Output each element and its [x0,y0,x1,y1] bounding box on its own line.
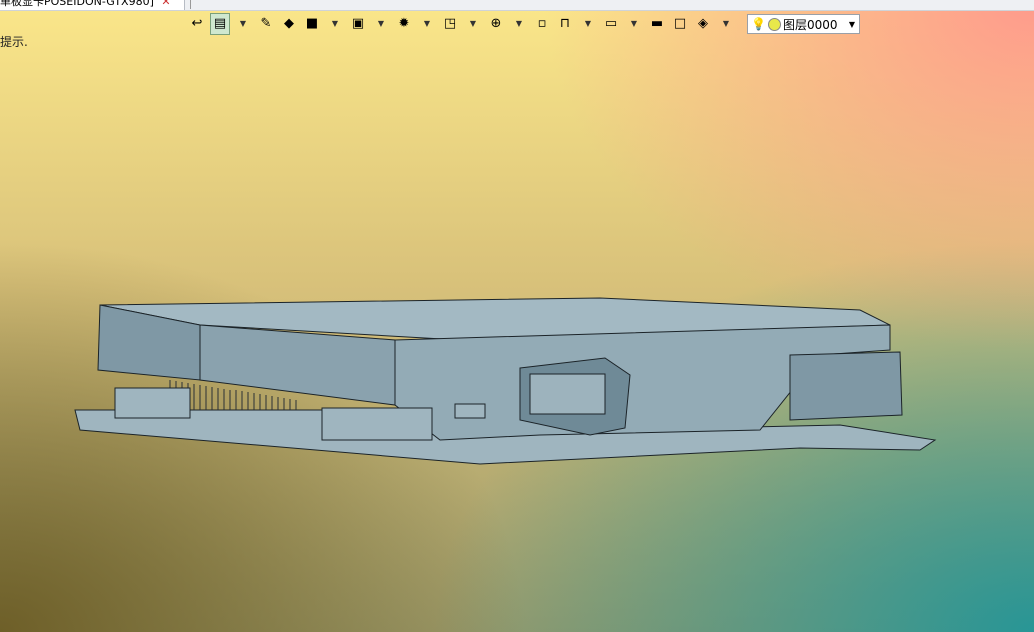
grid-icon[interactable]: ▫ [532,13,552,35]
document-tab[interactable]: 单板显卡POSEIDON-GTX980] ✕ [0,0,185,10]
sketch-layer-icon[interactable]: ▤ [210,13,230,35]
dropdown-arrow-icon[interactable]: ▼ [233,13,253,35]
power-connector [321,407,433,441]
new-tab-button[interactable] [190,0,199,9]
paint-part-icon[interactable]: ◆ [279,13,299,35]
wireframe-icon[interactable]: ◳ [440,13,460,35]
dropdown-arrow-icon[interactable]: ▼ [624,13,644,35]
dropdown-arrow-icon[interactable]: ▼ [716,13,736,35]
shaded-view-icon[interactable]: ▣ [348,13,368,35]
dimension-icon[interactable]: ⊓ [555,13,575,35]
document-tab-bar: 单板显卡POSEIDON-GTX980] ✕ [0,0,1034,11]
layer-manager-icon[interactable]: ◈ [693,13,713,35]
graphics-card-model[interactable] [60,280,940,470]
line-color-icon[interactable]: ▬ [647,13,667,35]
layer-label: 图层0000 [782,17,838,32]
dropdown-arrow-icon[interactable]: ▼ [417,13,437,35]
small-connector [454,403,486,419]
exit-sketch-icon[interactable]: ↩ [187,13,207,35]
dropdown-arrow-icon[interactable]: ▼ [578,13,598,35]
shroud-middle [199,324,396,406]
chevron-down-icon[interactable]: ▼ [849,20,855,29]
view-toolbar: ↩ ▤ ▼ ✎ ◆ ■ ▼ ▣ ▼ ✹ ▼ ◳ ▼ ⊕ ▼ ▫ ⊓ ▼ ▭ ▼ ▬ □ ◈ ▼ 💡 图层0000 ▼ [187,12,860,36]
close-icon[interactable]: ✕ [161,0,170,8]
lightbulb-icon[interactable]: 💡 [751,17,766,31]
dropdown-arrow-icon[interactable]: ▼ [371,13,391,35]
window-glass [529,373,606,415]
solid-cube-icon[interactable]: ■ [302,13,322,35]
status-hint: 提示. [0,35,28,49]
snap-icon[interactable]: ⊕ [486,13,506,35]
render-icon[interactable]: ✹ [394,13,414,35]
dropdown-arrow-icon[interactable]: ▼ [325,13,345,35]
connector-left [114,387,191,419]
io-bracket [789,351,903,421]
layer-select[interactable]: 💡 图层0000 ▼ [747,14,860,34]
fill-color-icon[interactable]: □ [670,13,690,35]
layer-color-icon [767,17,781,31]
document-tab-title: 单板显卡POSEIDON-GTX980] [0,0,154,8]
dropdown-arrow-icon[interactable]: ▼ [463,13,483,35]
display-panel-icon[interactable]: ▭ [601,13,621,35]
dropdown-arrow-icon[interactable]: ▼ [509,13,529,35]
brush-icon[interactable]: ✎ [256,13,276,35]
